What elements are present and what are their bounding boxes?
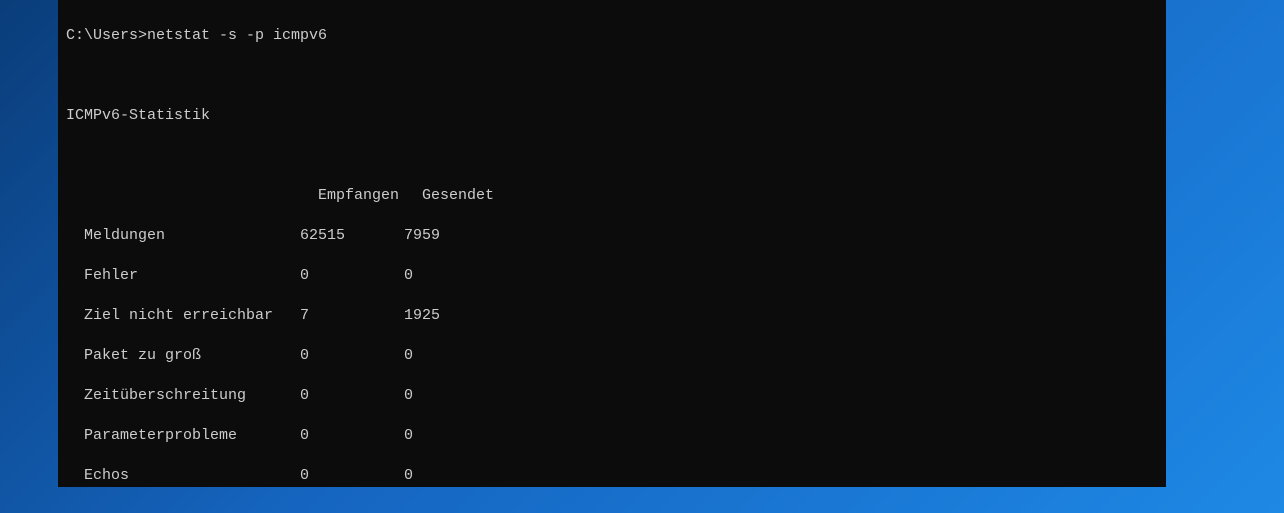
- prompt: C:\Users>: [66, 27, 147, 44]
- header-sent: Gesendet: [422, 186, 494, 206]
- table-row: Meldungen625157959: [66, 226, 1158, 246]
- section-title: ICMPv6-Statistik: [66, 107, 210, 124]
- table-row: Paket zu groß00: [66, 346, 1158, 366]
- table-row: Ziel nicht erreichbar71925: [66, 306, 1158, 326]
- table-row: Echos00: [66, 466, 1158, 486]
- terminal-output: C:\Users>netstat -s -p icmpv6 ICMPv6-Sta…: [58, 0, 1166, 487]
- terminal-window[interactable]: C:\Users>netstat -s -p icmpv6 ICMPv6-Sta…: [58, 0, 1166, 487]
- table-row: Fehler00: [66, 266, 1158, 286]
- command-text: netstat -s -p icmpv6: [147, 27, 327, 44]
- table-row: Parameterprobleme00: [66, 426, 1158, 446]
- header-received: Empfangen: [318, 186, 422, 206]
- table-row: Zeitüberschreitung00: [66, 386, 1158, 406]
